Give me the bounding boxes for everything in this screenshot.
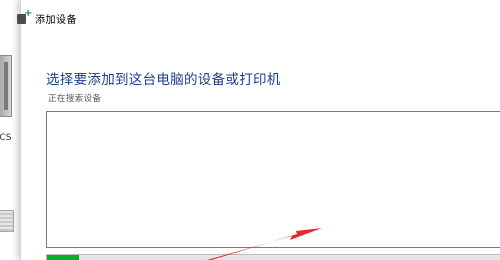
progress-fill — [47, 255, 80, 260]
background-device-label[interactable]: PCS — [0, 133, 11, 143]
background-devices-window: PCS — [0, 0, 20, 260]
printer-icon[interactable] — [0, 210, 14, 232]
search-status-text: 正在搜索设备 — [48, 94, 102, 104]
screen: PCS + 添加设备 选择要添加到这台电脑的设备或打印机 正在搜索设备 — [0, 0, 500, 260]
device-list[interactable] — [46, 111, 500, 248]
dialog-titlebar[interactable]: + 添加设备 — [17, 0, 500, 36]
dialog-title: 添加设备 — [35, 14, 77, 26]
add-device-dialog: + 添加设备 选择要添加到这台电脑的设备或打印机 正在搜索设备 — [17, 0, 500, 260]
computer-icon[interactable] — [0, 55, 12, 117]
search-progress-bar — [46, 254, 500, 260]
dialog-heading: 选择要添加到这台电脑的设备或打印机 — [46, 72, 281, 88]
add-device-icon: + — [17, 9, 32, 25]
